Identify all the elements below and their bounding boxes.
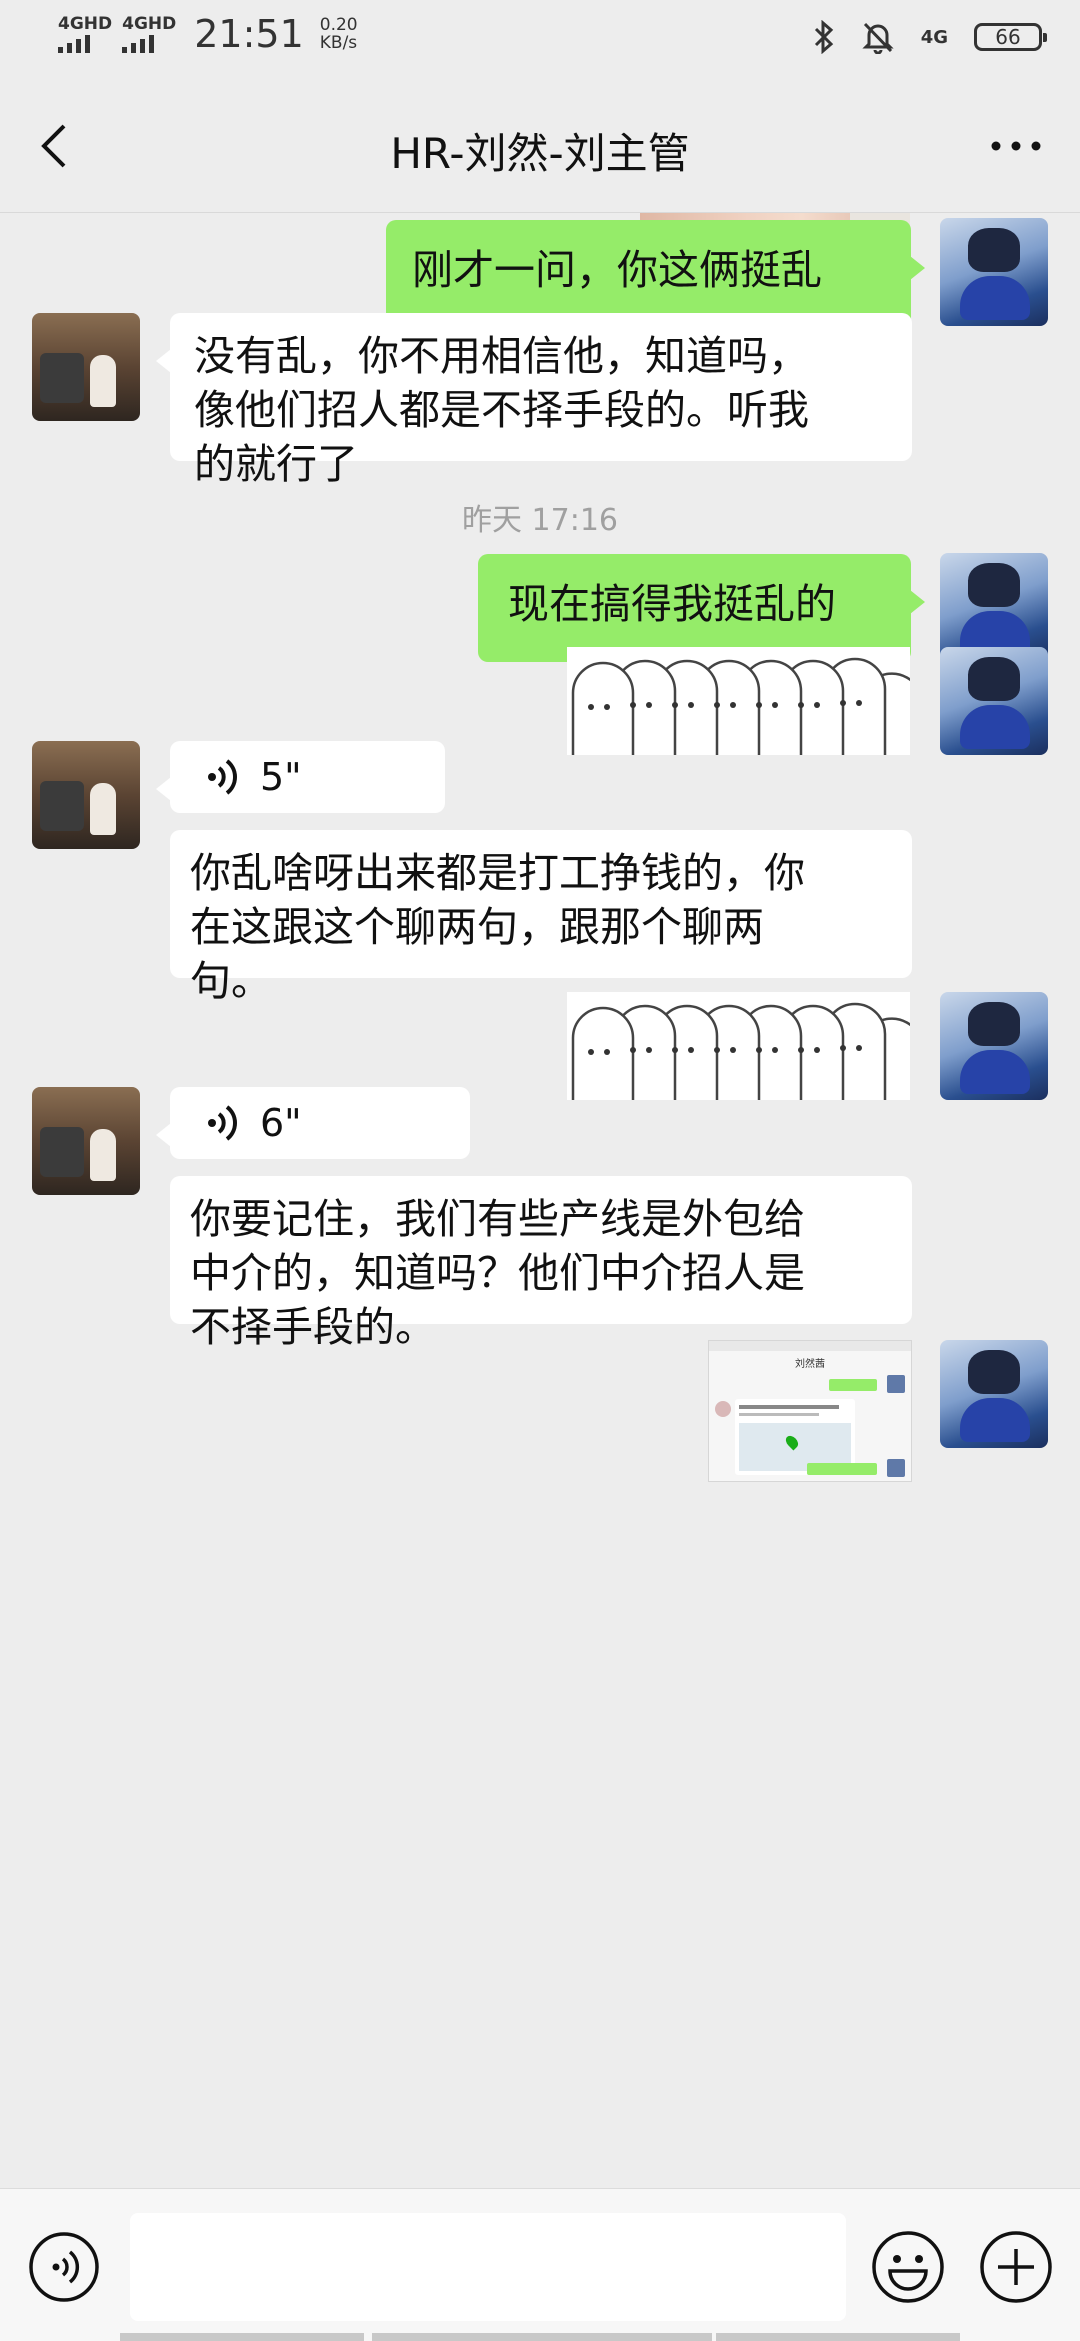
sim1-label: 4GHD [58, 14, 113, 34]
chat-header: HR-刘然-刘主管 [0, 80, 1080, 213]
voice-duration: 5" [260, 755, 302, 799]
sticker-image[interactable] [567, 647, 910, 755]
time-divider: 昨天 17:16 [462, 503, 618, 538]
my-text-bubble[interactable]: 现在搞得我挺乱的 [478, 554, 925, 662]
my-avatar[interactable] [940, 992, 1048, 1100]
mini-avatar [887, 1459, 905, 1477]
sim1-signal: 4GHD [58, 15, 112, 53]
my-avatar[interactable] [940, 1340, 1048, 1448]
more-dots-icon[interactable] [986, 126, 1046, 166]
contact-avatar[interactable] [32, 313, 140, 421]
contact-text-bubble[interactable]: 没有乱，你不用相信他，知道吗， 像他们招人都是不择手段的。听我 的就行了 [156, 313, 912, 488]
voice-input-icon[interactable] [28, 2231, 100, 2303]
bluetooth-icon [814, 20, 833, 54]
screenshot-image[interactable]: 刘然茜 [708, 1340, 912, 1482]
emoji-icon[interactable] [870, 2229, 946, 2305]
speed-value: 0.20 [319, 15, 358, 35]
voice-wave-icon [208, 1105, 237, 1141]
contact-avatar[interactable] [32, 1087, 140, 1195]
mini-avatar [887, 1375, 905, 1393]
signal-bars-icon [58, 35, 90, 53]
voice-duration: 6" [260, 1101, 302, 1145]
my-avatar[interactable] [940, 553, 1048, 661]
voice-message-bubble[interactable]: 5" [156, 741, 445, 813]
my-text-bubble[interactable]: 刚才一问，你这俩挺乱 [386, 220, 925, 328]
mini-status [709, 1341, 911, 1351]
battery-icon: 66 [974, 23, 1047, 51]
signal-bars-icon [122, 35, 155, 53]
message-line: 的就行了 [194, 440, 358, 488]
message-line: 没有乱，你不用相信他，知道吗， [194, 332, 809, 380]
message-line: 你乱啥呀出来都是打工挣钱的，你 [190, 849, 805, 897]
battery-level: 66 [995, 25, 1021, 49]
network-speed: 0.20 KB/s [314, 16, 358, 52]
sticker-figures [571, 1002, 910, 1100]
message-line: 中介的，知道吗？他们中介招人是 [190, 1249, 805, 1297]
contact-text-bubble[interactable]: 你要记住，我们有些产线是外包给 中介的，知道吗？他们中介招人是 不择手段的。 [170, 1176, 912, 1351]
sim2-label: 4GHD [122, 14, 177, 34]
mini-title: 刘然茜 [795, 1359, 825, 1370]
message-line: 在这跟这个聊两句，跟那个聊两 [190, 903, 764, 951]
voice-message-bubble[interactable]: 6" [156, 1087, 470, 1159]
clock: 21:51 [194, 12, 304, 56]
my-avatar[interactable] [940, 218, 1048, 326]
mini-bubble [807, 1463, 877, 1475]
mini-bubble [829, 1379, 877, 1391]
voice-wave-icon [208, 759, 237, 795]
message-text: 现在搞得我挺乱的 [508, 580, 836, 628]
sticker-figures [571, 657, 910, 755]
my-avatar[interactable] [940, 647, 1048, 755]
message-list[interactable]: 刚才一问，你这俩挺乱 没有乱，你不用相信他，知道吗， 像他们招人都是不择手段的。… [0, 213, 1080, 2188]
message-line: 你要记住，我们有些产线是外包给 [190, 1195, 805, 1243]
mute-bell-icon [862, 22, 894, 54]
speed-unit: KB/s [319, 33, 358, 53]
message-input[interactable] [130, 2213, 846, 2321]
mini-avatar [715, 1401, 731, 1417]
chat-title: HR-刘然-刘主管 [390, 129, 690, 178]
plus-icon[interactable] [978, 2229, 1054, 2305]
contact-avatar[interactable] [32, 741, 140, 849]
message-line: 像他们招人都是不择手段的。听我 [194, 386, 809, 434]
status-bar: 4GHD 4GHD 21:51 0.20 KB/s 4G 66 [0, 0, 1080, 80]
input-bar [0, 2188, 1080, 2341]
network-type: 4G [920, 26, 948, 48]
message-text: 刚才一问，你这俩挺乱 [412, 246, 822, 294]
sticker-image[interactable] [567, 992, 910, 1100]
sim2-signal: 4GHD [122, 15, 176, 53]
contact-text-bubble[interactable]: 你乱啥呀出来都是打工挣钱的，你 在这跟这个聊两句，跟那个聊两 句。 [170, 830, 912, 1005]
